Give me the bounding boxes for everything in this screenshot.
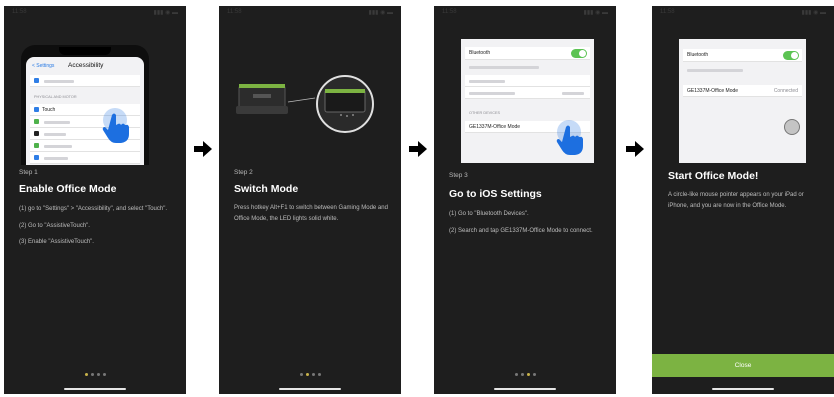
onboarding-steps: 11:58 ▮▮▮ ◉ ▬ < Settings Accessibility P… [0, 0, 834, 397]
page-dot [317, 373, 321, 376]
step-title: Switch Mode [234, 183, 299, 195]
page-dot [84, 373, 88, 376]
phone-notch [59, 47, 111, 55]
connected-device-row[interactable]: GE1337M-Office Mode Connected [683, 85, 802, 97]
step-label: Step 3 [449, 172, 468, 179]
step3-panel: 11:58 ▮▮▮ ◉ ▬ Bluetooth OTHER DEVICES GE… [434, 6, 616, 394]
step-instructions: (1) Go to "Bluetooth Devices". (2) Searc… [449, 209, 604, 242]
bluetooth-row: Bluetooth [683, 49, 802, 62]
page-dot [102, 373, 106, 376]
bluetooth-screen: Bluetooth OTHER DEVICES GE1337M-Office M… [461, 39, 594, 163]
status-bar: 11:58 ▮▮▮ ◉ ▬ [12, 9, 178, 19]
bluetooth-row: Bluetooth [465, 47, 590, 60]
step-instructions: A circle-like mouse pointer appears on y… [668, 190, 822, 217]
placeholder-line [687, 69, 743, 72]
step2-panel: 11:58 ▮▮▮ ◉ ▬ Step 2 Switch Mode Press h… [219, 6, 401, 394]
step-instructions: (1) go to "Settings" > "Accessibility", … [19, 204, 174, 254]
instruction-line: A circle-like mouse pointer appears on y… [668, 192, 804, 209]
step-label: Step 1 [19, 169, 38, 176]
instruction-line: (3) Enable "AssistiveTouch". [19, 239, 94, 245]
step1-panel: 11:58 ▮▮▮ ◉ ▬ < Settings Accessibility P… [4, 6, 186, 394]
round-pointer-icon [784, 119, 800, 135]
instruction-line: (1) Go to "Bluetooth Devices". [449, 211, 529, 217]
page-indicator [4, 373, 186, 376]
keyboard-device-icon [236, 75, 374, 133]
step4-panel: 11:58 ▮▮▮ ◉ ▬ Bluetooth GE1337M-Office M… [652, 6, 834, 394]
status-time: 11:58 [227, 9, 242, 15]
status-signal-icon: ▮▮▮ ◉ ▬ [368, 10, 393, 16]
instruction-line: Press hotkey Alt+F1 to switch between Ga… [234, 205, 388, 222]
bluetooth-toggle [783, 51, 799, 60]
page-dot [520, 373, 524, 376]
step-title: Enable Office Mode [19, 183, 117, 195]
connected-screen: Bluetooth GE1337M-Office Mode Connected [679, 39, 806, 163]
close-button[interactable]: Close [652, 354, 834, 377]
home-indicator [494, 388, 556, 390]
accessibility-screen: < Settings Accessibility PHYSICAL AND MO… [26, 57, 144, 165]
status-signal-icon: ▮▮▮ ◉ ▬ [583, 10, 608, 16]
page-dot [305, 373, 309, 376]
bluetooth-toggle [571, 49, 587, 58]
page-indicator [219, 373, 401, 376]
section-other-devices: OTHER DEVICES [469, 111, 501, 115]
accessibility-header: Accessibility [68, 62, 104, 69]
hand-pointer-icon [102, 108, 129, 143]
step-title: Start Office Mode! [668, 170, 759, 182]
status-time: 11:58 [12, 9, 27, 15]
arrow-right-icon [626, 141, 644, 157]
page-dot [526, 373, 530, 376]
step-instructions: Press hotkey Alt+F1 to switch between Ga… [234, 203, 389, 230]
status-time: 11:58 [442, 9, 457, 15]
page-dot [90, 373, 94, 376]
settings-row [30, 152, 140, 164]
home-indicator [64, 388, 126, 390]
connection-status: Connected [773, 88, 798, 94]
arrow-right-icon [194, 141, 212, 157]
step-title: Go to iOS Settings [449, 188, 542, 200]
hand-pointer-icon [556, 120, 583, 155]
settings-row [30, 75, 140, 87]
status-bar: 11:58 ▮▮▮ ◉ ▬ [227, 9, 393, 19]
status-signal-icon: ▮▮▮ ◉ ▬ [801, 10, 826, 16]
settings-back-link: < Settings [32, 63, 55, 69]
placeholder-line [469, 66, 539, 69]
status-bar: 11:58 ▮▮▮ ◉ ▬ [442, 9, 608, 19]
step-label: Step 2 [234, 169, 253, 176]
iphone-mockup: < Settings Accessibility PHYSICAL AND MO… [21, 45, 149, 165]
page-dot [532, 373, 536, 376]
instruction-line: (2) Go to "AssistiveTouch". [19, 222, 90, 229]
page-dot [514, 373, 518, 376]
settings-row [465, 87, 590, 99]
home-indicator [279, 388, 341, 390]
status-bar: 11:58 ▮▮▮ ◉ ▬ [660, 9, 826, 19]
status-time: 11:58 [660, 9, 675, 15]
page-dot [96, 373, 100, 376]
status-signal-icon: ▮▮▮ ◉ ▬ [153, 10, 178, 16]
home-indicator [712, 388, 774, 390]
settings-row [465, 75, 590, 87]
page-dot [311, 373, 315, 376]
page-dot [299, 373, 303, 376]
instruction-line: (2) Search and tap GE1337M-Office Mode t… [449, 227, 593, 234]
instruction-line: (1) go to "Settings" > "Accessibility", … [19, 206, 168, 212]
page-indicator [434, 373, 616, 376]
arrow-right-icon [409, 141, 427, 157]
section-physical-motor: PHYSICAL AND MOTOR [34, 95, 77, 99]
